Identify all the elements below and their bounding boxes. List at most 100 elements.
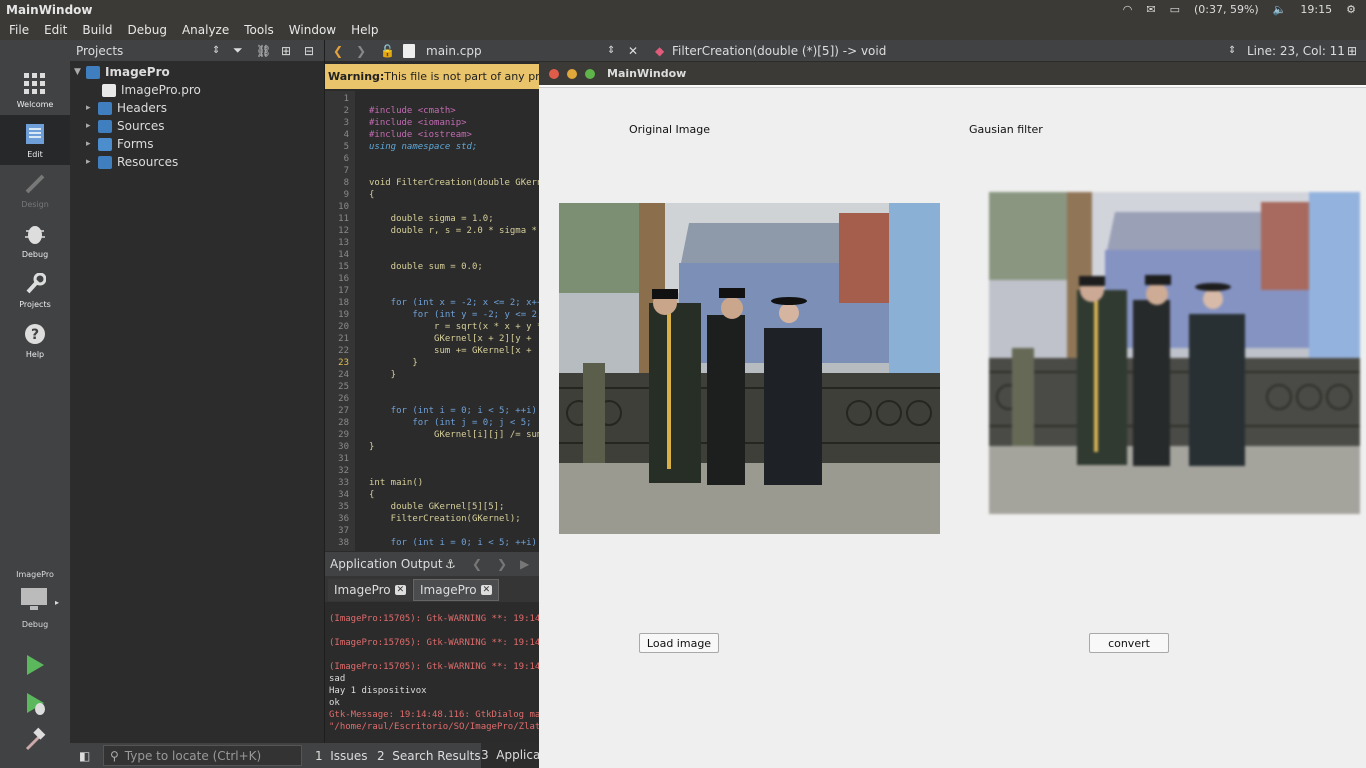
- run-output-icon[interactable]: ▶: [520, 557, 529, 571]
- next-icon[interactable]: ❯: [497, 557, 507, 571]
- issues-tab[interactable]: 1 Issues: [315, 749, 368, 763]
- collapsed-arrow-icon: ▸: [86, 103, 91, 113]
- attach-icon[interactable]: ⚓: [445, 557, 456, 571]
- wifi-icon[interactable]: ◠: [1123, 3, 1133, 16]
- search-results-tab[interactable]: 2 Search Results: [377, 749, 481, 763]
- app-top-strip: [539, 85, 1366, 88]
- split-icon[interactable]: ⊞: [281, 44, 291, 58]
- output-line: (ImagePro:15705): Gtk-WARNING **: 19:14: [329, 638, 539, 648]
- split-editor-icon[interactable]: ⊞: [1347, 44, 1357, 58]
- tree-item-headers[interactable]: ▸ Headers: [86, 99, 167, 117]
- mode-welcome[interactable]: Welcome: [0, 65, 70, 115]
- close-panel-icon[interactable]: ⊟: [304, 44, 314, 58]
- prev-icon[interactable]: ❮: [472, 557, 482, 571]
- volume-icon[interactable]: 🔈: [1273, 3, 1287, 16]
- menu-edit[interactable]: Edit: [35, 23, 73, 37]
- lock-icon[interactable]: 🔓: [380, 44, 395, 58]
- menu-help[interactable]: Help: [342, 23, 384, 37]
- file-type-icon: [403, 43, 415, 58]
- menu-bar: File Edit Build Debug Analyze Tools Wind…: [0, 19, 1366, 40]
- code-line: GKernel[x + 2][y +: [369, 334, 532, 344]
- menu-file[interactable]: File: [0, 23, 35, 37]
- maximize-window-icon[interactable]: [585, 68, 595, 79]
- run-button[interactable]: [22, 652, 48, 678]
- line-number: 12: [338, 226, 349, 236]
- close-file-icon[interactable]: ✕: [628, 44, 638, 58]
- close-window-icon[interactable]: [549, 68, 559, 79]
- code-line: for (int x = -2; x <= 2; x++: [369, 298, 543, 308]
- output-line: (ImagePro:15705): Gtk-WARNING **: 19:14: [329, 614, 539, 624]
- code-line: void FilterCreation(double GKern: [369, 178, 543, 188]
- debug-run-button[interactable]: [22, 690, 48, 716]
- tree-item-pro-file[interactable]: ImagePro.pro: [102, 81, 201, 99]
- battery-status[interactable]: (0:37, 59%): [1194, 3, 1259, 16]
- code-line: for (int j = 0; j < 5;: [369, 418, 532, 428]
- sources-folder-icon: [98, 119, 112, 133]
- filtered-image: [989, 192, 1360, 514]
- build-button[interactable]: [22, 727, 48, 753]
- code-line: for (int i = 0; i < 5; ++i): [369, 406, 537, 416]
- output-tab-1[interactable]: ImagePro ✕: [328, 579, 413, 601]
- cursor-position[interactable]: Line: 23, Col: 11: [1247, 44, 1345, 58]
- output-tab-2[interactable]: ImagePro ✕: [413, 579, 500, 601]
- close-tab-icon[interactable]: ✕: [394, 585, 407, 595]
- convert-button[interactable]: convert: [1089, 633, 1169, 653]
- code-line: {: [369, 190, 375, 200]
- line-number: 17: [338, 286, 349, 296]
- mode-help[interactable]: ? Help: [0, 315, 70, 365]
- power-icon[interactable]: ⚙: [1346, 3, 1356, 16]
- toggle-sidebar-icon[interactable]: ◧: [79, 749, 90, 763]
- tree-item-forms[interactable]: ▸ Forms: [86, 135, 153, 153]
- menu-debug[interactable]: Debug: [118, 23, 172, 37]
- pencil-icon: [25, 174, 45, 194]
- locator-input[interactable]: ⚲ Type to locate (Ctrl+K): [103, 745, 302, 766]
- line-number: 20: [338, 322, 349, 332]
- menu-analyze[interactable]: Analyze: [173, 23, 235, 37]
- output-text[interactable]: (ImagePro:15705): Gtk-WARNING **: 19:14 (…: [325, 602, 539, 743]
- clock[interactable]: 19:15: [1300, 3, 1332, 16]
- tree-item-resources[interactable]: ▸ Resources: [86, 153, 178, 171]
- symbol-icon: ◆: [655, 43, 665, 58]
- close-tab-icon[interactable]: ✕: [480, 585, 493, 595]
- play-bug-icon: [27, 693, 45, 715]
- projects-view-selector[interactable]: Projects: [76, 44, 123, 58]
- menu-build[interactable]: Build: [73, 23, 118, 37]
- line-number: 26: [338, 394, 349, 404]
- symbol-selector[interactable]: FilterCreation(double (*)[5]) -> void: [672, 44, 886, 58]
- updown-icon[interactable]: ⇕: [212, 45, 220, 56]
- kit-selector[interactable]: ImagePro ▸ Debug: [0, 565, 70, 630]
- minimize-window-icon[interactable]: [567, 68, 577, 79]
- file-selector-updown-icon[interactable]: ⇕: [607, 45, 615, 56]
- back-icon[interactable]: ❮: [333, 44, 343, 58]
- forward-icon[interactable]: ❯: [356, 44, 366, 58]
- mode-projects[interactable]: Projects: [0, 265, 70, 315]
- mail-icon[interactable]: ✉: [1146, 3, 1155, 16]
- mode-debug[interactable]: Debug: [0, 215, 70, 265]
- line-number: 21: [338, 334, 349, 344]
- link-icon[interactable]: ⛓: [256, 44, 271, 58]
- filter-icon[interactable]: ⏷: [233, 43, 243, 58]
- menu-tools[interactable]: Tools: [235, 23, 280, 37]
- collapsed-arrow-icon: ▸: [86, 157, 91, 167]
- collapsed-arrow-icon: ▸: [86, 139, 91, 149]
- mode-design[interactable]: Design: [0, 165, 70, 215]
- menu-window[interactable]: Window: [280, 23, 342, 37]
- code-line: double sigma = 1.0;: [369, 214, 494, 224]
- mode-edit[interactable]: Edit: [0, 115, 70, 165]
- line-number: 37: [338, 526, 349, 536]
- load-image-button[interactable]: Load image: [639, 633, 719, 653]
- line-number: 23: [338, 358, 349, 368]
- active-window-title: MainWindow: [6, 2, 93, 17]
- grid-icon: [24, 73, 45, 94]
- output-tabs: ImagePro ✕ ImagePro ✕: [325, 576, 539, 602]
- line-number: 18: [338, 298, 349, 308]
- output-line: sad: [329, 674, 346, 684]
- application-output-pane: Application Output ⚓ ❮ ❯ ▶ ImagePro ✕ Im…: [325, 552, 539, 743]
- battery-icon[interactable]: ▭: [1170, 3, 1180, 16]
- tree-root-imagepro[interactable]: ▼ ImagePro: [74, 63, 170, 81]
- open-file-selector[interactable]: main.cpp: [426, 44, 482, 58]
- output-header: Application Output ⚓ ❮ ❯ ▶: [325, 552, 539, 576]
- tree-item-sources[interactable]: ▸ Sources: [86, 117, 164, 135]
- kit-build-mode: Debug: [21, 620, 49, 629]
- symbol-updown-icon[interactable]: ⇕: [1228, 45, 1236, 56]
